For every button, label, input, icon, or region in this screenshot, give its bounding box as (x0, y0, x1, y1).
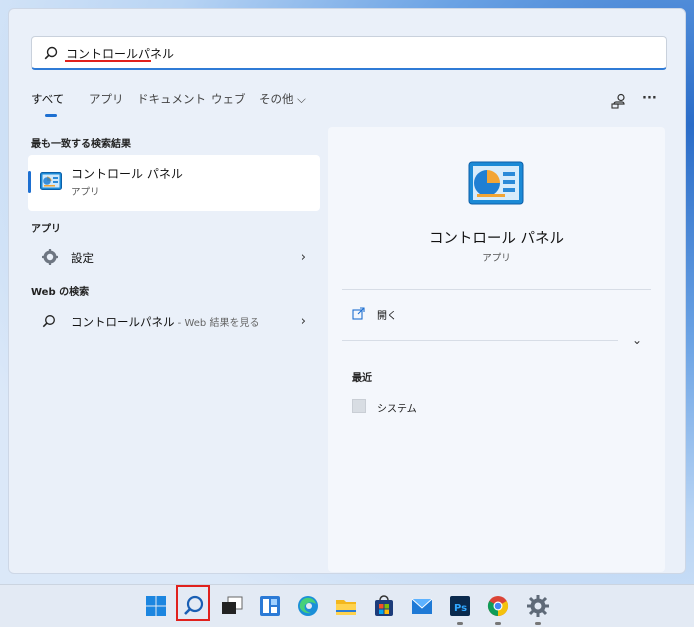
start-icon[interactable] (142, 592, 170, 620)
photoshop-icon[interactable]: Ps (446, 592, 474, 625)
svg-text:Ps: Ps (454, 603, 467, 614)
app-result-settings[interactable]: 設定 › (28, 243, 320, 271)
file-icon (352, 399, 366, 413)
gear-icon (42, 249, 58, 269)
divider (342, 340, 618, 341)
store-icon[interactable] (370, 592, 398, 620)
web-result-row[interactable]: コントロールパネル - Web 結果を見る › (28, 307, 320, 335)
account-switch-icon[interactable] (611, 93, 627, 113)
web-section-title: Web の検索 (31, 287, 90, 298)
detail-app-type: アプリ (482, 253, 511, 264)
web-result-label: コントロールパネル - Web 結果を見る (71, 314, 259, 330)
chevron-down-icon[interactable]: ⌄ (632, 333, 642, 347)
running-indicator (457, 622, 463, 625)
open-external-icon (352, 307, 365, 323)
task-view-icon[interactable] (218, 592, 246, 620)
widgets-icon[interactable] (256, 592, 284, 620)
search-input[interactable]: コントロールパネル (31, 36, 667, 70)
recent-item-label: システム (377, 404, 417, 415)
chevron-right-icon: › (300, 314, 306, 329)
search-icon (42, 313, 56, 332)
control-panel-icon (40, 172, 62, 190)
edge-icon[interactable] (294, 592, 322, 620)
apps-section-title: アプリ (31, 224, 61, 235)
file-explorer-icon[interactable] (332, 592, 360, 620)
taskbar: Ps (0, 584, 694, 627)
tab-web[interactable]: ウェブ (211, 91, 246, 107)
best-match-type: アプリ (71, 187, 100, 198)
detail-app-name: コントロール パネル (428, 231, 565, 247)
divider (342, 289, 651, 290)
best-match-card[interactable]: コントロール パネル アプリ (28, 155, 320, 211)
chrome-icon[interactable] (484, 592, 512, 625)
search-taskbar-highlight (176, 585, 210, 621)
best-match-name: コントロール パネル (71, 167, 183, 181)
tab-documents[interactable]: ドキュメント (137, 91, 206, 107)
web-result-suffix: - Web 結果を見る (174, 318, 260, 329)
start-search-panel: コントロールパネル すべて アプリ ドキュメント ウェブ その他 ⌵ ··· 最… (8, 8, 686, 574)
settings-label: 設定 (71, 251, 94, 265)
selection-bar (28, 171, 31, 193)
recent-title: 最近 (352, 373, 372, 384)
tab-more[interactable]: その他 ⌵ (259, 91, 306, 107)
query-underline-highlight (65, 60, 151, 62)
more-options-button[interactable]: ··· (642, 91, 657, 106)
settings-icon[interactable] (524, 592, 552, 625)
search-icon (44, 45, 58, 64)
open-label: 開く (377, 311, 397, 322)
detail-pane: コントロール パネル アプリ 開く ⌄ 最近 システム (328, 127, 665, 572)
web-query-text: コントロールパネル (71, 315, 175, 329)
running-indicator (535, 622, 541, 625)
chevron-right-icon: › (300, 250, 306, 265)
best-match-title: 最も一致する検索結果 (31, 139, 131, 150)
control-panel-large-icon (468, 161, 524, 205)
active-tab-indicator (45, 114, 57, 117)
mail-icon[interactable] (408, 592, 436, 620)
running-indicator (495, 622, 501, 625)
tab-apps[interactable]: アプリ (89, 91, 124, 107)
tab-all[interactable]: すべて (31, 91, 64, 107)
